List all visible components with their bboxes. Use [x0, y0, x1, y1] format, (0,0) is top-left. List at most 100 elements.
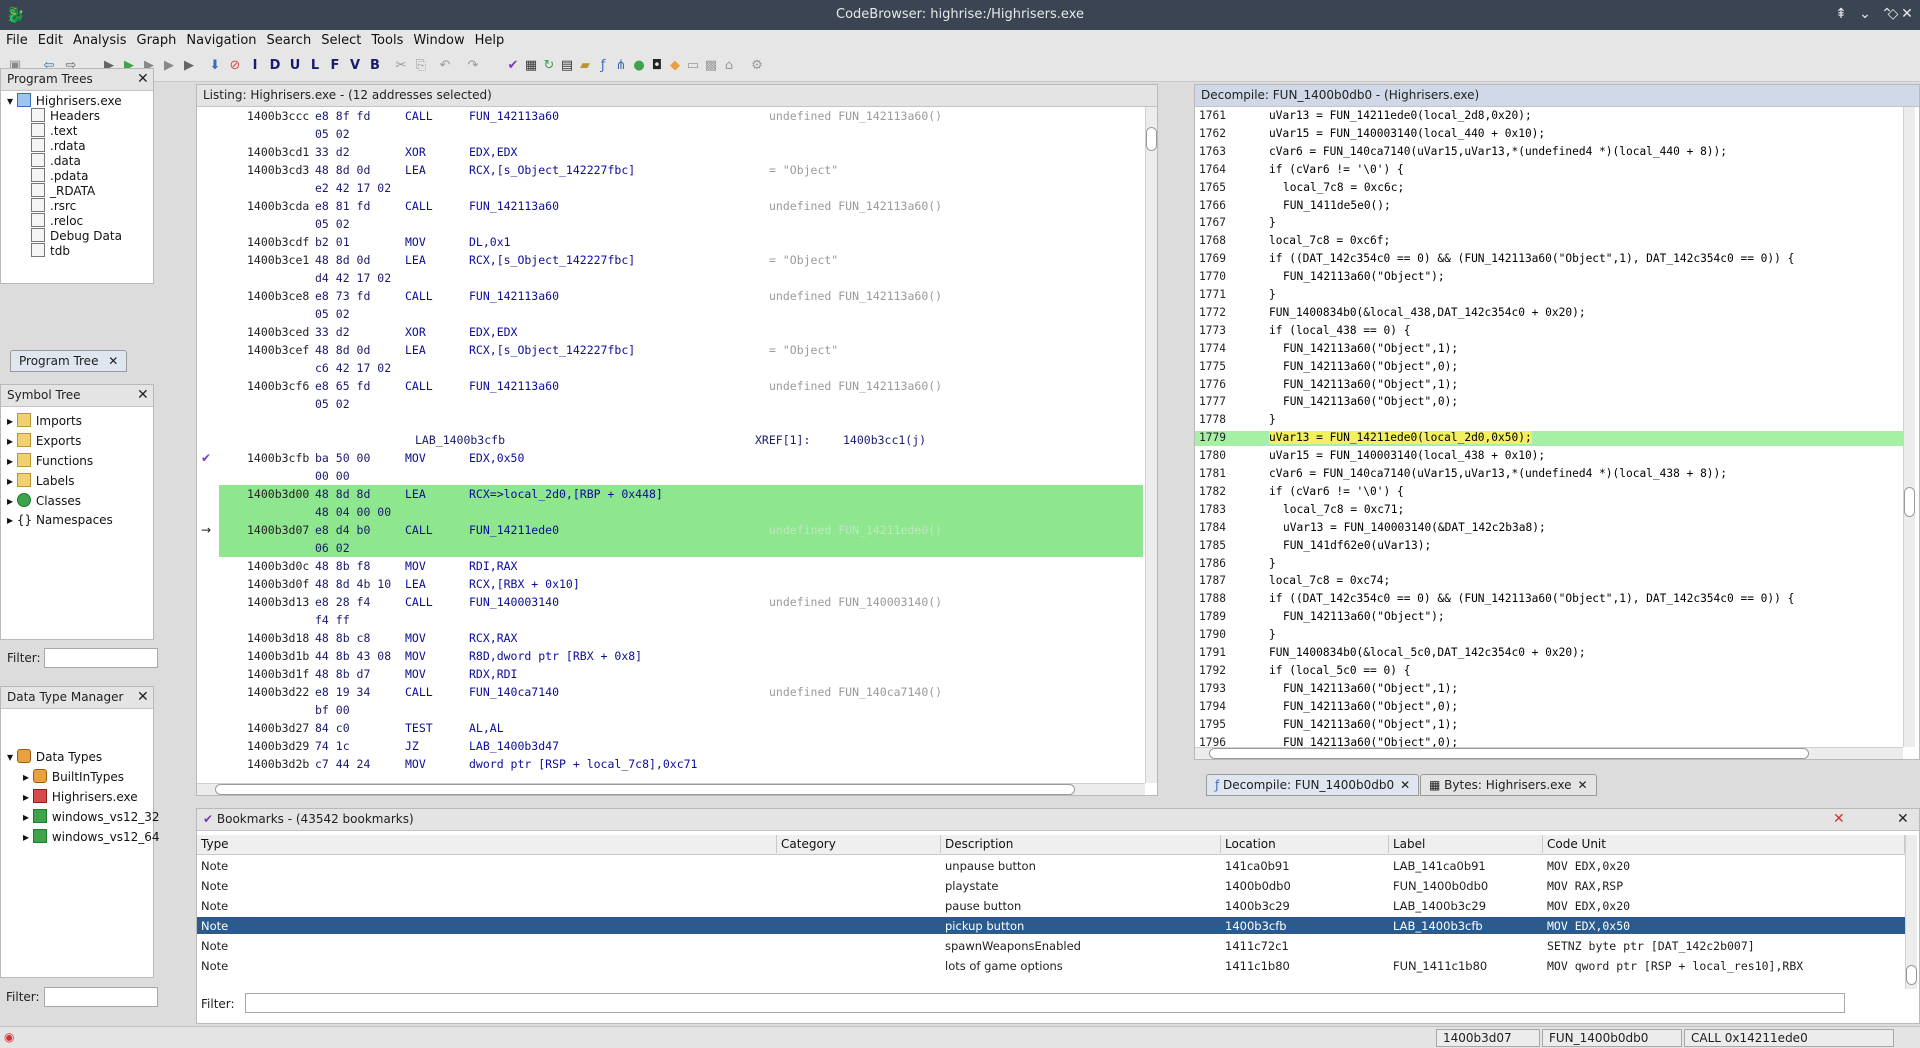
redo-icon[interactable]: ↷ — [464, 57, 482, 75]
xref-address[interactable]: 1400b3cc1(j) — [843, 433, 926, 447]
tab-decompile[interactable]: ƒ Decompile: FUN_1400b0db0 ✕ — [1206, 774, 1420, 796]
code-text[interactable]: uVar13 = FUN_140003140(&DAT_142c2b3a8); — [1283, 521, 1546, 534]
listing-operands[interactable]: RDI,RAX — [469, 559, 517, 573]
i-icon[interactable]: I — [246, 57, 264, 75]
code-text[interactable]: local_7c8 = 0xc71; — [1283, 503, 1404, 516]
tree-item-text[interactable]: .text — [31, 123, 78, 138]
listing-operands[interactable]: FUN_142113a60 — [469, 109, 559, 123]
tab-program-tree[interactable]: Program Tree ✕ — [10, 350, 128, 372]
listing-row[interactable]: 05 02 — [219, 125, 1143, 143]
decompile-line[interactable]: 1789 FUN_142113a60("Object"); — [1195, 610, 1903, 625]
decompile-line[interactable]: 1769 if ((DAT_142c354c0 == 0) && (FUN_142… — [1195, 252, 1903, 267]
listing-row[interactable]: 1400b3d0f 48 8d 4b 10 LEA RCX,[RBX + 0x10] — [219, 575, 1143, 593]
bookmark-row[interactable]: Note unpause button 141ca0b91 LAB_141ca0b91… — [197, 857, 1905, 874]
decompile-line[interactable]: 1788 if ((DAT_142c354c0 == 0) && (FUN_142… — [1195, 592, 1903, 607]
code-text[interactable]: FUN_1400834b0(&local_438,DAT_142c354c0 +… — [1269, 306, 1586, 319]
decompile-line[interactable]: 1770 FUN_142113a60("Object"); — [1195, 270, 1903, 285]
undo-icon[interactable]: ↶ — [436, 57, 454, 75]
listing-operands[interactable]: RDX,RDI — [469, 667, 517, 681]
bookmark-row[interactable]: Note spawnWeaponsEnabled 1411c72c1 SETNZ by… — [197, 937, 1905, 954]
code-text[interactable]: } — [1269, 413, 1276, 426]
tree-item-tdb[interactable]: tdb — [31, 243, 70, 258]
code-text[interactable]: FUN_1400834b0(&local_5c0,DAT_142c354c0 +… — [1269, 646, 1586, 659]
listing-row[interactable]: 1400b3ccc e8 8f fd CALL FUN_142113a60 undefi… — [219, 107, 1143, 125]
nav-func-icon[interactable]: ▶ — [180, 57, 198, 75]
code-text[interactable]: if (local_438 == 0) { — [1269, 324, 1410, 337]
listing-row[interactable]: 1400b3d2b c7 44 24 MOV dword ptr [RSP + loc… — [219, 755, 1143, 773]
listing-row[interactable]: 1400b3cf6 e8 65 fd CALL FUN_142113a60 undefi… — [219, 377, 1143, 395]
menu-search[interactable]: Search — [261, 30, 316, 48]
dtm-item-vs12-64[interactable]: ▸ windows_vs12_64 — [23, 829, 160, 844]
listing-row[interactable]: 1400b3ced 33 d2 XOR EDX,EDX — [219, 323, 1143, 341]
code-text[interactable]: FUN_142113a60("Object",1); — [1283, 342, 1458, 355]
bookmark-row[interactable]: Note pickup button 1400b3cfb LAB_1400b3cfb M… — [197, 917, 1905, 934]
decompile-line[interactable]: 1772 FUN_1400834b0(&local_438,DAT_142c354… — [1195, 306, 1903, 321]
graph-icon[interactable]: ⋔ — [612, 57, 630, 75]
listing-operands[interactable]: AL,AL — [469, 721, 504, 735]
listing-h-scrollbar[interactable] — [197, 783, 1145, 795]
code-text[interactable]: uVar13 = FUN_14211ede0(local_2d0,0x50); — [1269, 431, 1532, 445]
col-location[interactable]: Location — [1221, 835, 1389, 853]
code-text[interactable]: if ((DAT_142c354c0 == 0) && (FUN_142113a… — [1269, 252, 1794, 265]
close-icon[interactable]: ✕ — [137, 71, 149, 87]
refresh-icon[interactable]: ↻ — [540, 57, 558, 75]
listing-operands[interactable]: LAB_1400b3d47 — [469, 739, 559, 753]
d-icon[interactable]: D — [266, 57, 284, 75]
decompile-line[interactable]: 1795 FUN_142113a60("Object",1); — [1195, 718, 1903, 733]
dtm-root[interactable]: ▾ Data Types — [7, 749, 102, 764]
expand-icon[interactable]: ▸ — [23, 810, 33, 824]
listing-row[interactable]: 1400b3d0c 48 8b f8 MOV RDI,RAX — [219, 557, 1143, 575]
clear-icon[interactable]: ⊘ — [226, 57, 244, 75]
listing-row[interactable]: 1400b3d18 48 8b c8 MOV RCX,RAX — [219, 629, 1143, 647]
code-text[interactable]: FUN_142113a60("Object",0); — [1283, 360, 1458, 373]
code-text[interactable]: } — [1269, 216, 1276, 229]
listing-row[interactable]: bf 00 — [219, 701, 1143, 719]
close-icon[interactable]: ✕ — [1400, 778, 1410, 792]
code-text[interactable]: FUN_142113a60("Object",1); — [1283, 378, 1458, 391]
code-text[interactable]: cVar6 = FUN_140ca7140(uVar15,uVar13,*(un… — [1269, 145, 1727, 158]
minimize-icon[interactable]: ⇞ — [1832, 6, 1850, 24]
check-icon[interactable]: ✔ — [504, 57, 522, 75]
code-text[interactable]: if ((DAT_142c354c0 == 0) && (FUN_142113a… — [1269, 592, 1794, 605]
listing-operands[interactable]: RCX=>local_2d0,[RBP + 0x448] — [469, 487, 663, 501]
listing-row[interactable]: 00 00 — [219, 467, 1143, 485]
expand-icon[interactable]: ▸ — [23, 770, 33, 784]
chevron-down-icon[interactable]: ⌄ — [1856, 6, 1874, 24]
debug-icon[interactable]: ⚙ — [748, 57, 766, 75]
tree-item-rdata[interactable]: .rdata — [31, 138, 86, 153]
expand-icon[interactable]: ▸ — [23, 790, 33, 804]
decompile-line[interactable]: 1792 if (local_5c0 == 0) { — [1195, 664, 1903, 679]
listing-row[interactable]: 1400b3cef 48 8d 0d LEA RCX,[s_Object_142227… — [219, 341, 1143, 359]
listing-row[interactable]: 06 02 — [219, 539, 1143, 557]
menu-edit[interactable]: Edit — [32, 30, 67, 48]
bookmark-row[interactable]: Note lots of game options 1411c1b80 FUN_141… — [197, 957, 1905, 974]
close-icon[interactable]: ✕ — [1898, 6, 1916, 24]
listing-row[interactable] — [219, 413, 1143, 431]
dtm-item-program[interactable]: ▸ Highrisers.exe — [23, 789, 138, 804]
tree-root[interactable]: ▾ Highrisers.exe — [7, 93, 122, 108]
listing-row[interactable]: 1400b3d13 e8 28 f4 CALL FUN_140003140 undefi… — [219, 593, 1143, 611]
decompile-line[interactable]: 1791 FUN_1400834b0(&local_5c0,DAT_142c354… — [1195, 646, 1903, 661]
code-text[interactable]: FUN_142113a60("Object",1); — [1283, 682, 1458, 695]
listing-row[interactable]: 1400b3cda e8 81 fd CALL FUN_142113a60 undefi… — [219, 197, 1143, 215]
tree-item-pdata[interactable]: .pdata — [31, 168, 88, 183]
decompile-line[interactable]: 1783 local_7c8 = 0xc71; — [1195, 503, 1903, 518]
decompile-line[interactable]: 1781 cVar6 = FUN_140ca7140(uVar15,uVar13,… — [1195, 467, 1903, 482]
decompile-line[interactable]: 1786} — [1195, 557, 1903, 572]
listing-operands[interactable]: FUN_140003140 — [469, 595, 559, 609]
expand-icon[interactable]: ▸ — [23, 830, 33, 844]
symbol-item-exports[interactable]: ▸ Exports — [7, 433, 81, 448]
symbol-item-functions[interactable]: ▸ Functions — [7, 453, 93, 468]
code-text[interactable]: local_7c8 = 0xc74; — [1269, 574, 1390, 587]
script-icon[interactable]: ◘ — [648, 57, 666, 75]
symbol-filter-input[interactable] — [44, 648, 158, 668]
close-icon[interactable]: ✕ — [108, 354, 118, 368]
col-type[interactable]: Type — [197, 835, 777, 853]
listing-operands[interactable]: EDX,0x50 — [469, 451, 524, 465]
tree-item-rsrc[interactable]: .rsrc — [31, 198, 76, 213]
listing-row[interactable]: 1400b3d29 74 1c JZ LAB_1400b3d47 — [219, 737, 1143, 755]
decompile-line[interactable]: 1777 FUN_142113a60("Object",0); — [1195, 395, 1903, 410]
folder-icon[interactable]: ▰ — [576, 57, 594, 75]
col-code-unit[interactable]: Code Unit — [1543, 835, 1905, 853]
decompile-line[interactable]: 1774 FUN_142113a60("Object",1); — [1195, 342, 1903, 357]
